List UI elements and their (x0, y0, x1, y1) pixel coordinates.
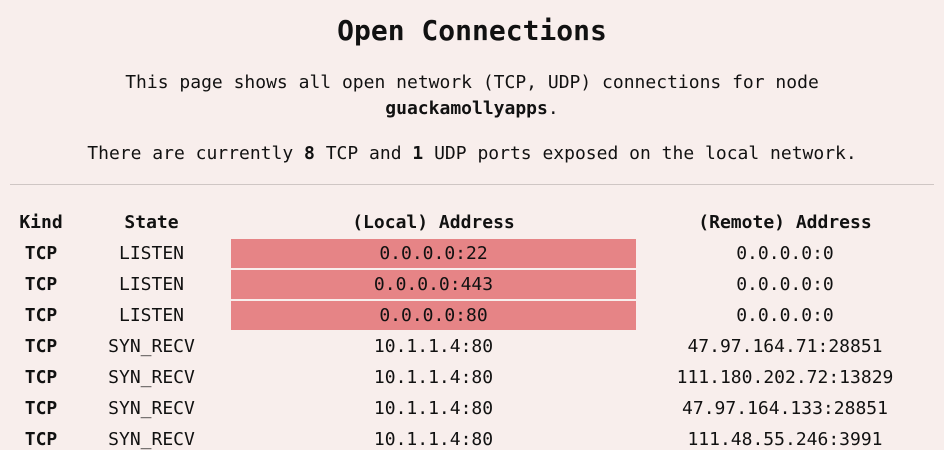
state-cell: LISTEN (118, 274, 185, 295)
node-name: guackamollyapps (385, 98, 548, 119)
intro-suffix: . (547, 98, 559, 119)
summary-prefix: There are currently (87, 143, 294, 164)
intro-text: This page shows all open network (TCP, U… (0, 70, 944, 122)
header-remote-address: (Remote) Address (698, 212, 872, 233)
local-address-cell: 10.1.1.4:80 (373, 367, 494, 388)
summary-suffix: UDP ports exposed on the local network. (434, 143, 857, 164)
state-cell: SYN_RECV (108, 398, 195, 419)
table-row: TCP LISTEN 0.0.0.0:80 0.0.0.0:0 (10, 301, 934, 330)
intro-sentence: This page shows all open network (TCP, U… (125, 72, 819, 93)
divider (10, 184, 934, 185)
state-cell: SYN_RECV (108, 336, 195, 357)
local-address-cell: 0.0.0.0:80 (231, 301, 636, 330)
remote-address-cell: 0.0.0.0:0 (736, 274, 834, 295)
kind-cell: TCP (24, 367, 58, 388)
local-address-cell: 10.1.1.4:80 (373, 336, 494, 357)
tcp-count: 8 (304, 143, 315, 164)
remote-address-cell: 0.0.0.0:0 (736, 305, 834, 326)
kind-cell: TCP (24, 398, 58, 419)
connections-table: Kind State (Local) Address (Remote) Addr… (10, 206, 934, 450)
remote-address-cell: 0.0.0.0:0 (736, 243, 834, 264)
table-header-row: Kind State (Local) Address (Remote) Addr… (10, 208, 934, 237)
header-kind: Kind (19, 212, 63, 233)
page-title: Open Connections (337, 14, 607, 47)
table-row: TCP SYN_RECV 10.1.1.4:80 47.97.164.71:28851 (10, 332, 934, 361)
local-address-cell: 10.1.1.4:80 (373, 398, 494, 419)
state-cell: LISTEN (118, 305, 185, 326)
table-row: TCP SYN_RECV 10.1.1.4:80 111.180.202.72:138… (10, 363, 934, 392)
summary-middle: TCP and (325, 143, 402, 164)
kind-cell: TCP (24, 429, 58, 450)
state-cell: SYN_RECV (108, 429, 195, 450)
kind-cell: TCP (24, 243, 58, 264)
state-cell: SYN_RECV (108, 367, 195, 388)
local-address-cell: 10.1.1.4:80 (373, 429, 494, 450)
table-row: TCP LISTEN 0.0.0.0:22 0.0.0.0:0 (10, 239, 934, 268)
kind-cell: TCP (24, 274, 58, 295)
state-cell: LISTEN (118, 243, 185, 264)
connections-table-body: TCP LISTEN 0.0.0.0:22 0.0.0.0:0 TCP LISTEN 0.0… (10, 239, 934, 450)
local-address-cell: 0.0.0.0:443 (231, 270, 636, 299)
table-row: TCP SYN_RECV 10.1.1.4:80 47.97.164.133:2885… (10, 394, 934, 423)
header-state: State (124, 212, 179, 233)
ports-summary: There are currently 8 TCP and 1 UDP port… (0, 141, 944, 167)
page: Open Connections This page shows all ope… (0, 0, 944, 450)
remote-address-cell: 111.180.202.72:13829 (676, 367, 894, 388)
remote-address-cell: 47.97.164.71:28851 (687, 336, 883, 357)
header-local-address: (Local) Address (352, 212, 515, 233)
remote-address-cell: 47.97.164.133:28851 (682, 398, 888, 419)
remote-address-cell: 111.48.55.246:3991 (687, 429, 883, 450)
table-row: TCP LISTEN 0.0.0.0:443 0.0.0.0:0 (10, 270, 934, 299)
table-row: TCP SYN_RECV 10.1.1.4:80 111.48.55.246:3991 (10, 425, 934, 450)
local-address-cell: 0.0.0.0:22 (231, 239, 636, 268)
udp-count: 1 (412, 143, 424, 164)
kind-cell: TCP (24, 336, 58, 357)
kind-cell: TCP (24, 305, 58, 326)
